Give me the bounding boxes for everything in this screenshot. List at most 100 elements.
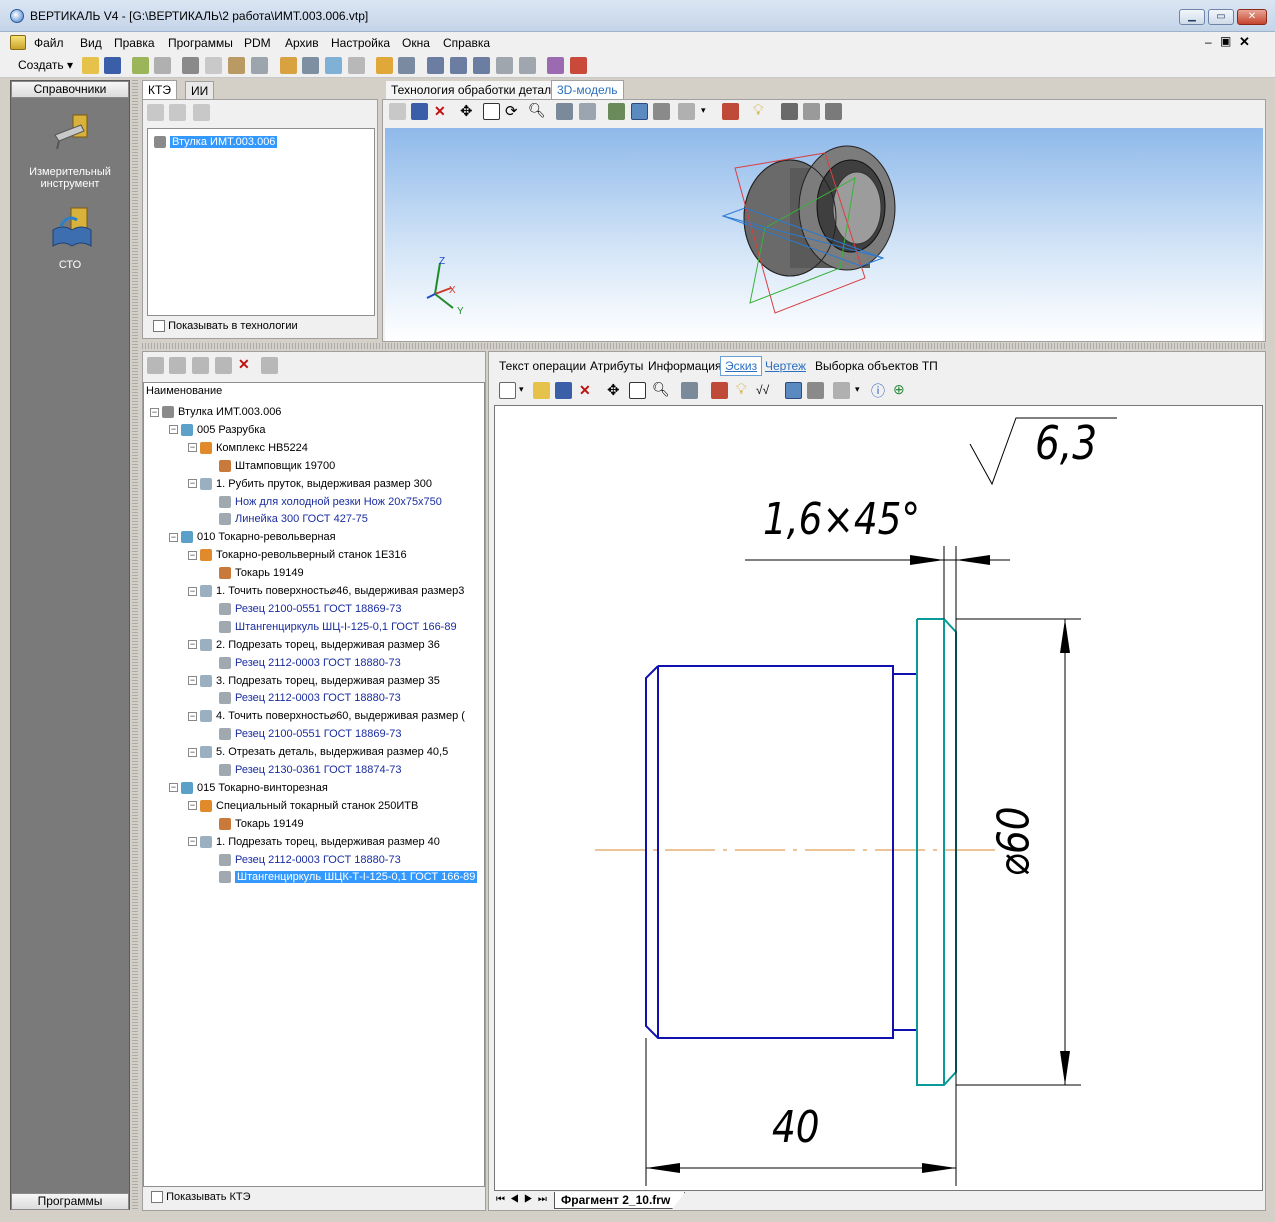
refresh-icon[interactable] xyxy=(325,57,342,74)
collapse-icon[interactable]: − xyxy=(188,747,197,757)
copy-node-icon[interactable] xyxy=(215,357,232,374)
collapse-icon[interactable]: − xyxy=(169,783,178,793)
tree-row[interactable]: − 010 Токарно-револьверная xyxy=(169,528,336,546)
tree-row[interactable]: Резец 2112-0003 ГОСТ 18880-73 xyxy=(207,689,401,707)
roughness-tool-icon[interactable]: √√ xyxy=(756,383,769,397)
tree-row[interactable]: Штангенциркуль ШЦ-І-125-0,1 ГОСТ 166-89 xyxy=(207,618,457,636)
zoom-icon[interactable]: 🔍︎ xyxy=(528,102,546,119)
open-icon[interactable] xyxy=(82,57,99,74)
sheet-navigation-icon[interactable]: ⏮◀▶⏭ xyxy=(496,1194,552,1205)
select-tool-icon[interactable] xyxy=(631,103,648,120)
sketch-save-icon[interactable] xyxy=(555,382,572,399)
collapse-icon[interactable]: − xyxy=(188,801,197,811)
tab-operation-text[interactable]: Текст операции xyxy=(499,359,586,373)
new-sketch-dropdown-icon[interactable]: ▾ xyxy=(519,384,524,395)
tree-row[interactable]: − Комплекс НВ5224 xyxy=(188,439,308,457)
diamond-icon[interactable] xyxy=(376,57,393,74)
sketch-pan-icon[interactable]: ✥ xyxy=(607,381,620,399)
collapse-icon[interactable]: − xyxy=(188,837,197,847)
model-viewport[interactable]: Z X Y xyxy=(385,128,1263,341)
ruler-dropdown-icon[interactable]: ▾ xyxy=(701,105,706,116)
minimize-button[interactable]: ▁ xyxy=(1179,9,1205,25)
collapse-icon[interactable]: − xyxy=(188,479,197,489)
tools-icon[interactable] xyxy=(302,57,319,74)
sketch-delete-icon[interactable]: ✕ xyxy=(579,382,591,399)
find-icon[interactable] xyxy=(251,57,268,74)
menu-view[interactable]: Вид xyxy=(80,36,102,50)
collapse-icon[interactable]: − xyxy=(188,550,197,560)
move-up-icon[interactable] xyxy=(147,357,164,374)
view-settings-icon[interactable] xyxy=(579,103,596,120)
horizontal-splitter[interactable] xyxy=(142,343,1266,349)
menu-pdm[interactable]: PDM xyxy=(244,36,271,50)
tree-row[interactable]: − 3. Подрезать торец, выдерживая размер 3… xyxy=(188,672,440,690)
tab-3d-model[interactable]: 3D-модель xyxy=(551,80,624,99)
book-icon[interactable] xyxy=(51,206,93,250)
pan-icon[interactable]: ✥ xyxy=(460,102,473,120)
tab-tech-processing[interactable]: Технология обработки детали xyxy=(386,81,563,100)
model-save-icon[interactable] xyxy=(411,103,428,120)
move-down-icon[interactable] xyxy=(169,357,186,374)
arrange-icons-icon[interactable] xyxy=(519,57,536,74)
tree-row[interactable]: Резец 2112-0003 ГОСТ 18880-73 xyxy=(207,654,401,672)
cut-icon[interactable] xyxy=(182,57,199,74)
paste-icon[interactable] xyxy=(228,57,245,74)
tab-ii[interactable]: ИИ xyxy=(185,81,215,100)
zoom-fit-icon[interactable] xyxy=(483,103,500,120)
tree-copy-icon[interactable] xyxy=(169,104,186,121)
menu-settings[interactable]: Настройка xyxy=(331,36,390,50)
mdi-minimize-icon[interactable]: – xyxy=(1205,35,1212,49)
tree-row[interactable]: − 015 Токарно-винторезная xyxy=(169,779,328,797)
collapse-icon[interactable]: − xyxy=(188,586,197,596)
menu-help[interactable]: Справка xyxy=(443,36,490,50)
collapse-icon[interactable]: − xyxy=(169,532,178,542)
info-icon[interactable]: ⓘ xyxy=(871,381,885,401)
tree-properties-icon[interactable] xyxy=(193,104,210,121)
pencil-icon[interactable] xyxy=(280,57,297,74)
tree-row[interactable]: Штамповщик 19700 xyxy=(207,457,335,475)
sketch-select-icon[interactable] xyxy=(785,382,802,399)
arrange-icon[interactable] xyxy=(496,57,513,74)
show-kte-checkbox-box[interactable] xyxy=(151,1191,163,1204)
save-icon[interactable] xyxy=(104,57,121,74)
gears-icon[interactable] xyxy=(781,103,798,120)
collapse-icon[interactable]: − xyxy=(188,711,197,721)
sheet-tab[interactable]: Фрагмент 2_10.frw xyxy=(554,1192,686,1209)
tree-row[interactable]: − 005 Разрубка xyxy=(169,421,266,439)
tab-object-selection[interactable]: Выборка объектов ТП xyxy=(815,359,938,373)
view-mode-icon[interactable] xyxy=(556,103,573,120)
sidebar-footer-programs[interactable]: Программы xyxy=(11,1193,129,1210)
model-delete-icon[interactable]: ✕ xyxy=(434,103,446,120)
tree-row[interactable]: − 2. Подрезать торец, выдерживая размер 3… xyxy=(188,636,440,654)
tree-row[interactable]: − 5. Отрезать деталь, выдерживая размер 4… xyxy=(188,743,448,761)
collapse-icon[interactable]: − xyxy=(188,640,197,650)
create-button[interactable]: Создать ▾ xyxy=(14,57,77,75)
sidebar-item-measuring-label[interactable]: Измерительный инструмент xyxy=(11,166,129,190)
caliper-icon[interactable] xyxy=(51,113,91,153)
help-icon[interactable]: ⊕ xyxy=(893,381,905,398)
tree-add-icon[interactable] xyxy=(147,104,164,121)
stack-icon[interactable] xyxy=(398,57,415,74)
sidebar-header[interactable]: Справочники xyxy=(11,81,129,98)
document-icon[interactable] xyxy=(10,35,26,50)
node-properties-icon[interactable] xyxy=(261,357,278,374)
sidebar-item-sto-label[interactable]: СТО xyxy=(11,259,129,271)
sketch-open-icon[interactable] xyxy=(533,382,550,399)
sketch-zoom-icon[interactable]: 🔍︎ xyxy=(652,381,670,398)
sketch-view-icon[interactable] xyxy=(681,382,698,399)
print-icon[interactable] xyxy=(154,57,171,74)
tree-row[interactable]: Резец 2112-0003 ГОСТ 18880-73 xyxy=(207,851,401,869)
model-open-icon[interactable] xyxy=(389,103,406,120)
sketch-annotate-icon[interactable] xyxy=(711,382,728,399)
tree-row[interactable]: − 1. Рубить пруток, выдерживая размер 300 xyxy=(188,475,432,493)
new-sketch-icon[interactable] xyxy=(499,382,516,399)
export-icon[interactable] xyxy=(570,57,587,74)
show-in-tech-checkbox[interactable]: Показывать в технологии xyxy=(153,320,298,333)
menu-archive[interactable]: Архив xyxy=(285,36,319,50)
tree-row[interactable]: − 1. Подрезать торец, выдерживая размер 4… xyxy=(188,833,440,851)
sidebar-splitter[interactable] xyxy=(132,80,138,1210)
window-tile-h-icon[interactable] xyxy=(450,57,467,74)
tree-column-header[interactable]: Наименование xyxy=(146,385,222,397)
tree-row[interactable]: − 4. Точить поверхность⌀60, выдерживая ра… xyxy=(188,707,465,725)
show-kte-checkbox[interactable]: Показывать КТЭ xyxy=(151,1191,251,1204)
